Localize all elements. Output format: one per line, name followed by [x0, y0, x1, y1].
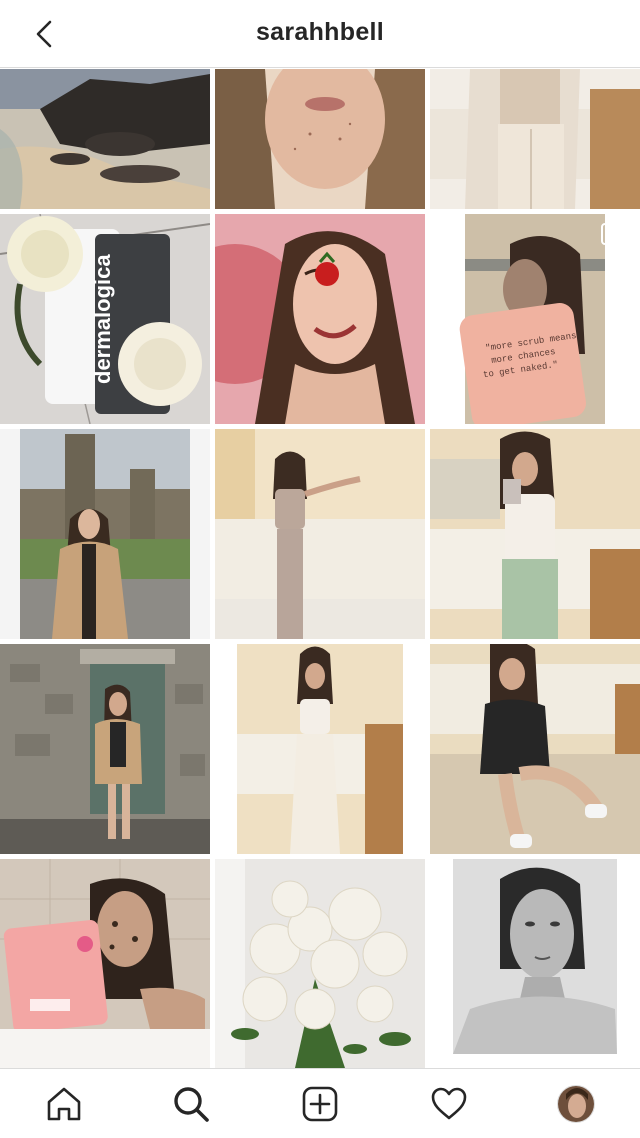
product-brand-label: dermalogica: [90, 254, 115, 384]
post-thumbnail-face-closeup[interactable]: [215, 69, 425, 209]
post-thumbnail-rocky-beach[interactable]: [0, 69, 210, 209]
post-thumbnail-mirror-selfie-white[interactable]: [215, 644, 425, 854]
search-icon: [174, 1087, 209, 1122]
posts-grid: dermalogica "more scrub means more chanc…: [0, 69, 640, 1068]
activity-heart-icon: [431, 1087, 467, 1120]
profile-header: sarahhbell: [0, 0, 640, 68]
post-thumbnail-stone-doorway[interactable]: [0, 644, 210, 854]
tab-new-post[interactable]: [297, 1081, 343, 1127]
post-thumbnail-white-roses[interactable]: [215, 859, 425, 1068]
tab-profile[interactable]: [553, 1081, 599, 1127]
post-thumbnail-bw-portrait[interactable]: [430, 859, 640, 1068]
post-thumbnail-sitting-floor-selfie[interactable]: [430, 644, 640, 854]
profile-username: sarahhbell: [255, 18, 385, 46]
post-thumbnail-mirror-selfie-grey[interactable]: [215, 429, 425, 639]
post-thumbnail-dermalogica-roses[interactable]: dermalogica: [0, 214, 210, 424]
tab-home[interactable]: [41, 1081, 87, 1127]
post-thumbnail-strawberry-portrait[interactable]: [215, 214, 425, 424]
tab-search[interactable]: [168, 1081, 214, 1127]
post-thumbnail-loungewear-bed[interactable]: [430, 69, 640, 209]
bottom-tab-bar: [0, 1068, 640, 1138]
tab-activity[interactable]: [426, 1081, 472, 1127]
post-thumbnail-bath-scrub[interactable]: [0, 859, 210, 1068]
new-post-icon: [302, 1086, 338, 1122]
home-icon: [47, 1087, 81, 1121]
post-thumbnail-cathedral-coat[interactable]: [0, 429, 210, 639]
post-thumbnail-coffee-scrub-mirror[interactable]: "more scrub means more chances to get na…: [430, 214, 640, 424]
post-thumbnail-mirror-selfie-green[interactable]: [430, 429, 640, 639]
profile-avatar: [557, 1085, 595, 1123]
